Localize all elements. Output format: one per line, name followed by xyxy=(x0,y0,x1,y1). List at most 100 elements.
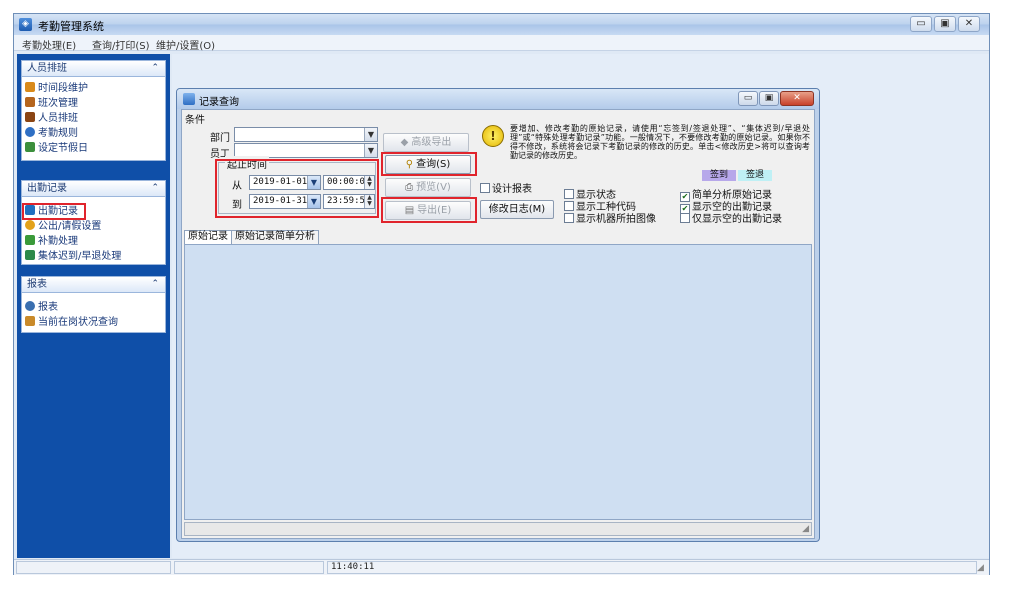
shift-icon xyxy=(25,97,35,107)
sidebar-item-staff-schedule[interactable]: 人员排班 xyxy=(25,112,78,124)
dialog-status-strip: ◢ xyxy=(184,522,812,536)
conditions-caption: 条件 xyxy=(185,115,205,126)
sidebar-item-label: 集体迟到/早退处理 xyxy=(38,251,122,262)
preview-icon: ⎙ xyxy=(405,182,414,193)
minimize-button[interactable]: ▭ xyxy=(910,16,932,32)
menu-query-print[interactable]: 查询/打印(S) xyxy=(92,37,150,52)
dialog-close-button[interactable]: ✕ xyxy=(780,91,814,106)
group-title: 报表 xyxy=(27,279,47,290)
sidebar-item-label: 补勤处理 xyxy=(38,236,78,247)
close-button[interactable]: ✕ xyxy=(958,16,980,32)
highlight-box xyxy=(215,159,379,218)
only-empty-records-checkbox[interactable]: 仅显示空的出勤记录 xyxy=(680,210,782,225)
sidebar-item-label: 班次管理 xyxy=(38,98,78,109)
dialog-title-bar: 记录查询 ▭ ▣ ✕ xyxy=(177,89,819,109)
dialog-icon xyxy=(183,93,195,105)
button-label: 预览(V) xyxy=(416,182,451,193)
export-icon: ◆ xyxy=(400,137,409,148)
collapse-icon[interactable]: ⌃ xyxy=(151,277,159,292)
clock-icon xyxy=(25,82,35,92)
resize-grip-icon[interactable]: ◢ xyxy=(977,563,984,573)
schedule-icon xyxy=(25,112,35,122)
arrow-icon xyxy=(25,250,35,260)
signout-badge: 签退 xyxy=(738,170,772,181)
checkbox-box[interactable] xyxy=(680,213,690,223)
checkbox-label: 设计报表 xyxy=(492,184,532,195)
sidebar-item-rules[interactable]: 考勤规则 xyxy=(25,127,78,139)
advanced-export-button[interactable]: ◆ 高级导出 xyxy=(383,133,469,152)
collapse-icon[interactable]: ⌃ xyxy=(151,181,159,196)
group-title: 人员排班 xyxy=(27,63,67,74)
modify-log-button[interactable]: 修改日志(M) xyxy=(480,200,554,219)
sidebar-item-label: 报表 xyxy=(38,302,58,313)
status-cell-empty xyxy=(174,561,324,574)
sidebar-item-on-duty[interactable]: 当前在岗状况查询 xyxy=(25,316,118,328)
sidebar-item-leave[interactable]: 公出/请假设置 xyxy=(25,220,101,232)
app-icon: ◈ xyxy=(19,18,32,31)
lightbulb-icon: ! xyxy=(482,125,504,147)
records-grid[interactable] xyxy=(184,244,812,520)
dept-label: 部门 xyxy=(210,133,230,144)
group-body-scheduling: 时间段维护 班次管理 人员排班 考勤规则 设定节假日 xyxy=(21,77,166,161)
checkbox-label: 仅显示空的出勤记录 xyxy=(692,214,782,225)
dialog-client: 条件 部门 ▼ 员工 ▼ 起止时间 从 2019-01-01 ▼ 00:00:0… xyxy=(181,109,815,539)
makeup-icon xyxy=(25,235,35,245)
collapse-icon[interactable]: ⌃ xyxy=(151,61,159,76)
tab-strip: 原始记录 原始记录简单分析 xyxy=(184,230,812,244)
checkbox-box[interactable] xyxy=(480,183,490,193)
tab-raw-records[interactable]: 原始记录 xyxy=(184,230,232,244)
title-bar: ◈ 考勤管理系统 ▭ ▣ ✕ xyxy=(14,14,989,35)
rules-icon xyxy=(25,127,35,137)
sidebar-item-label: 考勤规则 xyxy=(38,128,78,139)
group-title: 出勤记录 xyxy=(27,183,67,194)
maximize-button[interactable]: ▣ xyxy=(934,16,956,32)
group-body-reports: 报表 当前在岗状况查询 xyxy=(21,293,166,333)
checkbox-label: 显示机器所拍图像 xyxy=(576,214,656,225)
group-header-scheduling[interactable]: 人员排班 ⌃ xyxy=(21,60,166,77)
sidebar-item-label: 时间段维护 xyxy=(38,83,88,94)
sidebar-item-label: 人员排班 xyxy=(38,113,78,124)
status-cell-empty xyxy=(16,561,171,574)
window-title: 考勤管理系统 xyxy=(38,20,104,33)
sidebar-item-shift[interactable]: 班次管理 xyxy=(25,97,78,109)
group-header-attendance[interactable]: 出勤记录 ⌃ xyxy=(21,180,166,197)
signin-badge: 签到 xyxy=(702,170,736,181)
info-text: 要增加、修改考勤的原始记录，请使用“忘签到/签退处理”、“集体迟到/早退处理”或… xyxy=(510,124,810,160)
dialog-minimize-button[interactable]: ▭ xyxy=(738,91,758,106)
button-label: 修改日志(M) xyxy=(488,204,546,215)
preview-button[interactable]: ⎙ 预览(V) xyxy=(385,178,471,197)
record-query-dialog: 记录查询 ▭ ▣ ✕ 条件 部门 ▼ 员工 ▼ 起止时间 从 2019-01-0… xyxy=(176,88,820,542)
checkbox-box[interactable] xyxy=(564,213,574,223)
dialog-maximize-button[interactable]: ▣ xyxy=(759,91,779,106)
highlight-box xyxy=(381,152,477,176)
chevron-down-icon[interactable]: ▼ xyxy=(364,144,377,157)
sidebar-item-holidays[interactable]: 设定节假日 xyxy=(25,142,88,154)
menu-maintenance[interactable]: 维护/设置(O) xyxy=(156,37,215,52)
chevron-down-icon[interactable]: ▼ xyxy=(364,128,377,141)
dialog-title: 记录查询 xyxy=(199,97,239,108)
sidebar-item-reports[interactable]: 报表 xyxy=(25,301,58,313)
on-duty-icon xyxy=(25,316,35,326)
dept-select[interactable]: ▼ xyxy=(234,127,378,142)
status-clock: 11:40:11 xyxy=(327,561,977,574)
show-machine-photo-checkbox[interactable]: 显示机器所拍图像 xyxy=(564,210,656,225)
sidebar-item-label: 公出/请假设置 xyxy=(38,221,102,232)
highlight-box xyxy=(381,197,477,223)
group-header-reports[interactable]: 报表 ⌃ xyxy=(21,276,166,293)
sidebar-item-time-period[interactable]: 时间段维护 xyxy=(25,82,88,94)
design-report-checkbox[interactable]: 设计报表 xyxy=(480,180,532,195)
menu-bar: 考勤处理(E) 查询/打印(S) 维护/设置(O) xyxy=(14,35,989,52)
holiday-icon xyxy=(25,142,35,152)
button-label: 高级导出 xyxy=(411,137,452,148)
report-icon xyxy=(25,301,35,311)
sidebar: 人员排班 ⌃ 时间段维护 班次管理 人员排班 考勤规则 设定节假日 出勤记录 ⌃… xyxy=(17,54,170,558)
sidebar-item-label: 当前在岗状况查询 xyxy=(38,317,118,328)
menu-attendance[interactable]: 考勤处理(E) xyxy=(22,37,76,52)
sidebar-item-group-late[interactable]: 集体迟到/早退处理 xyxy=(25,250,121,262)
status-bar: 11:40:11 ◢ xyxy=(14,559,989,575)
sidebar-item-makeup[interactable]: 补勤处理 xyxy=(25,235,78,247)
resize-grip-icon[interactable]: ◢ xyxy=(802,524,809,534)
sidebar-item-label: 设定节假日 xyxy=(38,143,88,154)
tab-raw-analysis[interactable]: 原始记录简单分析 xyxy=(231,230,319,244)
people-icon xyxy=(25,220,35,230)
